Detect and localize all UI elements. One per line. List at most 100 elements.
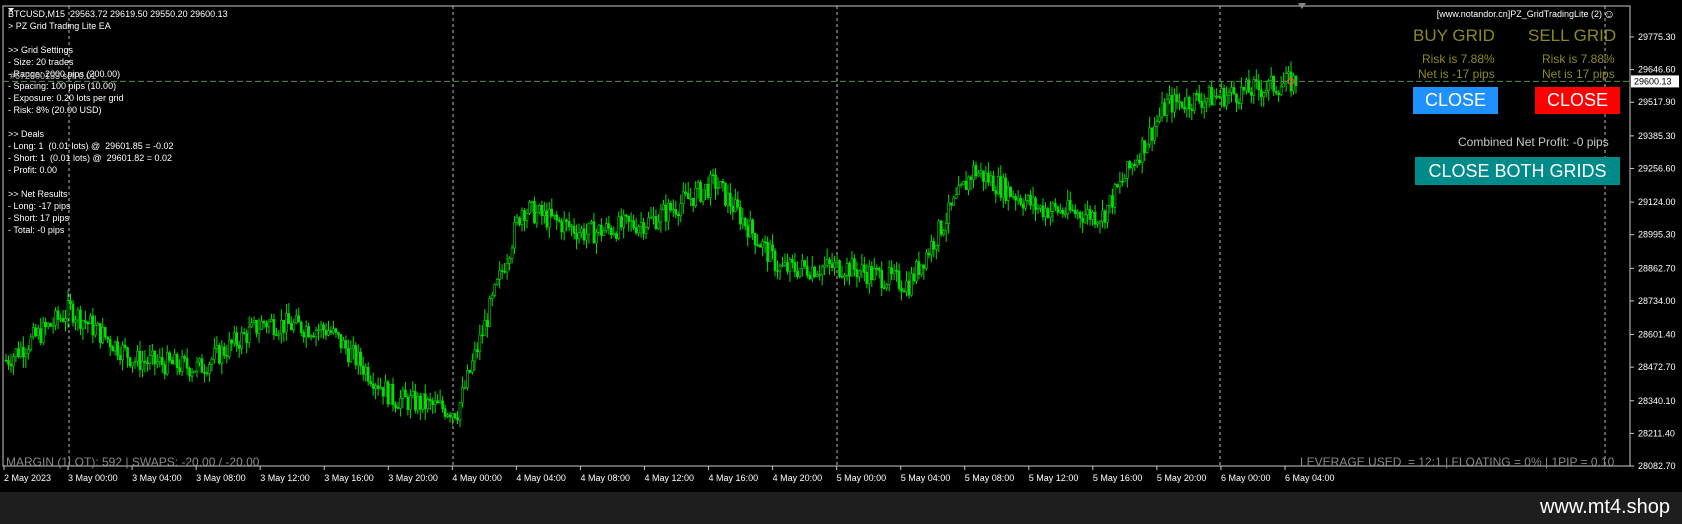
candle-body [954, 194, 958, 199]
candle-body [1121, 181, 1124, 183]
candle-body [627, 215, 630, 222]
candle-body [731, 205, 735, 212]
candle-body [406, 396, 410, 410]
candle-body [642, 222, 645, 234]
candle-body [1029, 195, 1032, 206]
candle-body [1135, 159, 1139, 166]
close-both-grids-button[interactable]: CLOSE BOTH GRIDS [1415, 157, 1620, 185]
candle-body [175, 354, 179, 369]
candle-body [1287, 71, 1290, 74]
candle-body [892, 270, 896, 275]
candle-body [530, 200, 534, 203]
candle-body [173, 354, 176, 365]
candle-body [443, 408, 447, 417]
candle-body [1188, 97, 1191, 110]
candle-body [508, 258, 511, 264]
candle-body [597, 224, 601, 233]
candle-body [458, 402, 462, 421]
smiley-icon: ☺ [1603, 7, 1616, 21]
candle-body [1227, 92, 1231, 96]
candle-body [724, 182, 727, 206]
candle-body [185, 358, 189, 369]
candle-body [441, 400, 444, 410]
candle-body [153, 350, 157, 365]
candle-body [632, 220, 635, 228]
candle-body [423, 393, 427, 410]
candle-body [877, 268, 881, 271]
candle-body [242, 332, 246, 335]
candle-body [282, 320, 286, 333]
candle-body [664, 204, 668, 222]
candle-body [146, 362, 149, 364]
candle-body [285, 313, 288, 333]
buy-grid-risk: Risk is 7.88% [1422, 52, 1495, 66]
candle-body [605, 223, 608, 231]
candle-body [86, 321, 90, 325]
candle-body [1126, 161, 1129, 179]
candle-body [1197, 93, 1201, 102]
candle-body [567, 221, 571, 227]
candle-body [1066, 200, 1070, 215]
candle-body [905, 280, 908, 293]
candle-body [1108, 195, 1112, 206]
candle-body [830, 263, 834, 268]
buy-close-button[interactable]: CLOSE [1413, 87, 1498, 114]
candle-body [510, 247, 514, 259]
candle-body [1046, 208, 1050, 218]
candle-body [213, 348, 216, 360]
candle-body [1279, 86, 1283, 96]
candle-body [270, 319, 273, 322]
chart-area[interactable]: 29775.30 29646.60 29517.90 29385.30 29256.60… [0, 0, 1682, 492]
info-line: >> Net Results [8, 189, 68, 199]
sell-close-button[interactable]: CLOSE [1535, 87, 1620, 114]
time-label: 4 May 16:00 [709, 473, 759, 483]
candle-body [369, 380, 372, 385]
candle-body [525, 213, 529, 221]
candle-body [108, 338, 112, 348]
candle-body [659, 209, 663, 223]
candle-body [56, 310, 60, 320]
info-line: - Profit: 0.00 [8, 165, 58, 175]
candle-body [739, 206, 742, 225]
time-label: 5 May 16:00 [1093, 473, 1143, 483]
candle-body [493, 284, 497, 296]
candle-body [714, 174, 717, 189]
candle-body [1168, 95, 1171, 100]
candle-body [972, 165, 975, 181]
time-label: 3 May 16:00 [324, 473, 374, 483]
info-line: >> Deals [8, 129, 45, 139]
candle-body [1274, 90, 1278, 94]
candle-body [942, 230, 946, 235]
candle-body [900, 288, 903, 292]
margin-info: MARGIN (1LOT): 592 | SWAPS: -20.00 / -20… [6, 455, 260, 469]
candle-body [934, 245, 938, 250]
candle-body [580, 228, 583, 234]
candle-body [389, 383, 392, 405]
candle-body [14, 348, 18, 357]
candle-body [1230, 87, 1233, 93]
candle-body [1103, 210, 1107, 223]
candle-body [639, 222, 643, 227]
candle-body [339, 334, 343, 349]
candle-body [289, 323, 293, 331]
candle-body [356, 351, 360, 366]
time-label: 4 May 20:00 [773, 473, 823, 483]
candle-body [758, 244, 762, 248]
candle-body [984, 172, 988, 182]
candle-body [959, 184, 963, 187]
candle-body [853, 258, 856, 270]
candle-body [9, 363, 13, 367]
candle-body [309, 335, 313, 338]
candle-body [113, 341, 117, 352]
candle-body [791, 258, 794, 263]
candle-body [1041, 205, 1045, 217]
candle-body [215, 345, 219, 349]
candle-body [61, 318, 65, 322]
time-label: 5 May 08:00 [965, 473, 1015, 483]
candle-body [1031, 197, 1035, 206]
candle-body [686, 193, 690, 199]
candle-body [545, 210, 549, 228]
candle-body [111, 346, 114, 352]
candle-body [188, 367, 191, 377]
candle-body [672, 209, 675, 211]
